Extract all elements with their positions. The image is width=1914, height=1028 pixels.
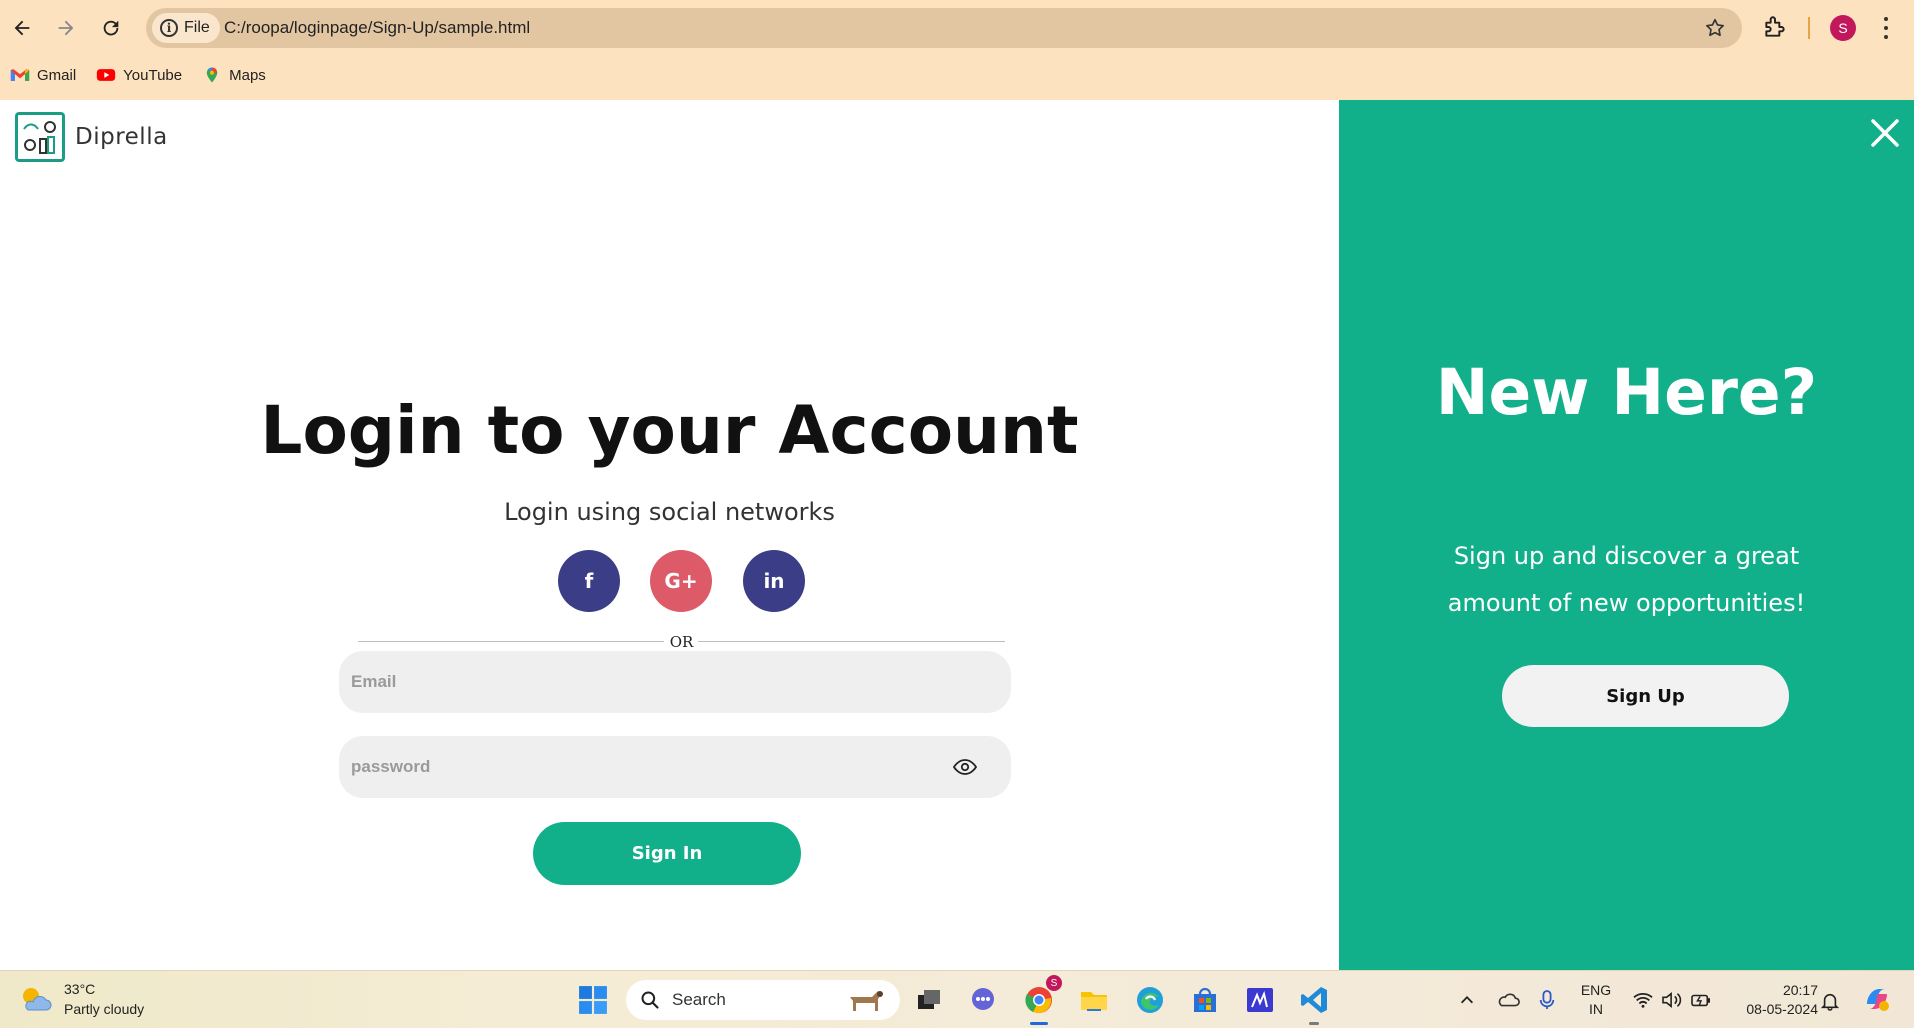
bookmark-label: Maps: [229, 66, 266, 84]
facebook-login-button[interactable]: f: [558, 550, 620, 612]
toolbar-divider: [1808, 17, 1810, 39]
gmail-icon: [10, 69, 30, 81]
search-highlight-icon: [850, 991, 883, 1011]
url-text[interactable]: C:/roopa/loginpage/Sign-Up/sample.html: [224, 18, 530, 38]
search-label: Search: [672, 990, 726, 1009]
battery-icon[interactable]: [1690, 991, 1712, 1009]
bookmark-gmail[interactable]: Gmail: [10, 66, 76, 84]
login-panel: Diprella Login to your Account Login usi…: [0, 100, 1339, 970]
bookmark-label: Gmail: [37, 66, 77, 84]
bookmark-youtube[interactable]: YouTube: [96, 66, 182, 84]
bookmark-label: YouTube: [123, 66, 183, 84]
taskview-button[interactable]: [912, 983, 946, 1017]
sign-in-button[interactable]: Sign In: [533, 822, 801, 885]
start-button[interactable]: [576, 983, 610, 1017]
chat-icon: [972, 988, 994, 1010]
arrow-left-icon: [14, 20, 30, 36]
clock-date: 08-05-2024: [1746, 1001, 1818, 1017]
signup-subtitle: Sign up and discover a great amount of n…: [1447, 542, 1806, 617]
google-plus-icon: G+: [664, 569, 698, 593]
wifi-icon[interactable]: [1632, 991, 1654, 1009]
language-line2: IN: [1589, 1001, 1603, 1017]
vscode-button[interactable]: [1298, 983, 1332, 1017]
edge-icon: [1137, 987, 1163, 1013]
chevron-up-icon[interactable]: [1458, 991, 1476, 1009]
weather-desc: Partly cloudy: [64, 1001, 145, 1017]
site-info-chip[interactable]: i File: [152, 13, 220, 43]
file-chip-label: File: [184, 19, 210, 36]
running-app-indicator: [1309, 1022, 1319, 1025]
reload-icon: [103, 20, 119, 36]
weather-temp: 33°C: [64, 981, 96, 997]
logo-icon: [15, 112, 65, 162]
google-plus-login-button[interactable]: G+: [650, 550, 712, 612]
signup-title: New Here?: [1435, 356, 1818, 429]
active-app-indicator: [1030, 1022, 1048, 1025]
close-icon[interactable]: [1870, 118, 1900, 148]
reload-button[interactable]: [93, 10, 129, 46]
extensions-icon[interactable]: [1762, 14, 1788, 40]
password-field[interactable]: [339, 736, 1011, 798]
copilot-icon[interactable]: [1862, 984, 1892, 1014]
weather-widget[interactable]: 33°C Partly cloudy: [18, 979, 144, 1019]
chrome-profile-badge: S: [1046, 975, 1062, 991]
store-icon: [1194, 987, 1216, 1012]
file-explorer-button[interactable]: [1077, 983, 1111, 1017]
browser-chrome: i File C:/roopa/loginpage/Sign-Up/sample…: [0, 0, 1914, 100]
teams-chat-button[interactable]: [966, 983, 1000, 1017]
youtube-icon: [97, 69, 116, 81]
folder-icon: [1081, 992, 1107, 1011]
vscode-icon: [1301, 987, 1327, 1013]
windows-icon: [579, 986, 607, 1014]
bookmarks-bar: Gmail YouTube Maps: [0, 60, 276, 90]
linkedin-login-button[interactable]: in: [743, 550, 805, 612]
language-line1: ENG: [1580, 982, 1612, 998]
eye-icon[interactable]: [953, 756, 977, 778]
task-view-icon: [918, 990, 940, 1009]
note-app-button[interactable]: [1243, 983, 1277, 1017]
profile-avatar[interactable]: S: [1830, 15, 1856, 41]
info-icon: i: [160, 19, 178, 37]
arrow-right-icon: [58, 20, 74, 36]
notification-bell-icon[interactable]: [1821, 991, 1839, 1011]
sign-up-button[interactable]: Sign Up: [1502, 665, 1789, 727]
back-button[interactable]: [4, 10, 40, 46]
logo[interactable]: Diprella: [15, 112, 168, 162]
or-text: OR: [669, 633, 694, 651]
chrome-taskbar-button[interactable]: S: [1022, 975, 1062, 1017]
microphone-icon[interactable]: [1538, 989, 1556, 1011]
email-field[interactable]: [339, 651, 1011, 713]
social-login-subtitle: Login using social networks: [504, 498, 835, 526]
logo-text: Diprella: [75, 124, 168, 150]
volume-icon[interactable]: [1661, 991, 1683, 1009]
bookmark-star-icon[interactable]: [1704, 17, 1726, 39]
store-button[interactable]: [1188, 983, 1222, 1017]
linkedin-icon: in: [763, 569, 785, 593]
address-bar[interactable]: i File C:/roopa/loginpage/Sign-Up/sample…: [146, 8, 1742, 48]
browser-menu-icon[interactable]: [1878, 14, 1894, 42]
taskbar-search[interactable]: Search: [626, 980, 900, 1020]
edge-button[interactable]: [1133, 983, 1167, 1017]
onedrive-cloud-icon[interactable]: [1496, 990, 1520, 1010]
forward-button[interactable]: [48, 10, 84, 46]
clock[interactable]: 20:17 08-05-2024: [1730, 981, 1818, 1019]
maps-icon: [206, 67, 218, 83]
page-title: Login to your Account: [260, 392, 1079, 469]
taskbar: 33°C Partly cloudy Search S ENG IN 20:17…: [0, 970, 1914, 1028]
pen-app-icon: [1247, 988, 1273, 1012]
language-indicator[interactable]: ENG IN: [1580, 981, 1612, 1019]
clock-time: 20:17: [1782, 982, 1818, 998]
partly-cloudy-icon: [18, 984, 52, 1014]
bookmark-maps[interactable]: Maps: [202, 66, 266, 84]
facebook-icon: f: [584, 569, 594, 593]
or-divider: OR: [358, 631, 1005, 651]
search-icon: [641, 991, 659, 1009]
